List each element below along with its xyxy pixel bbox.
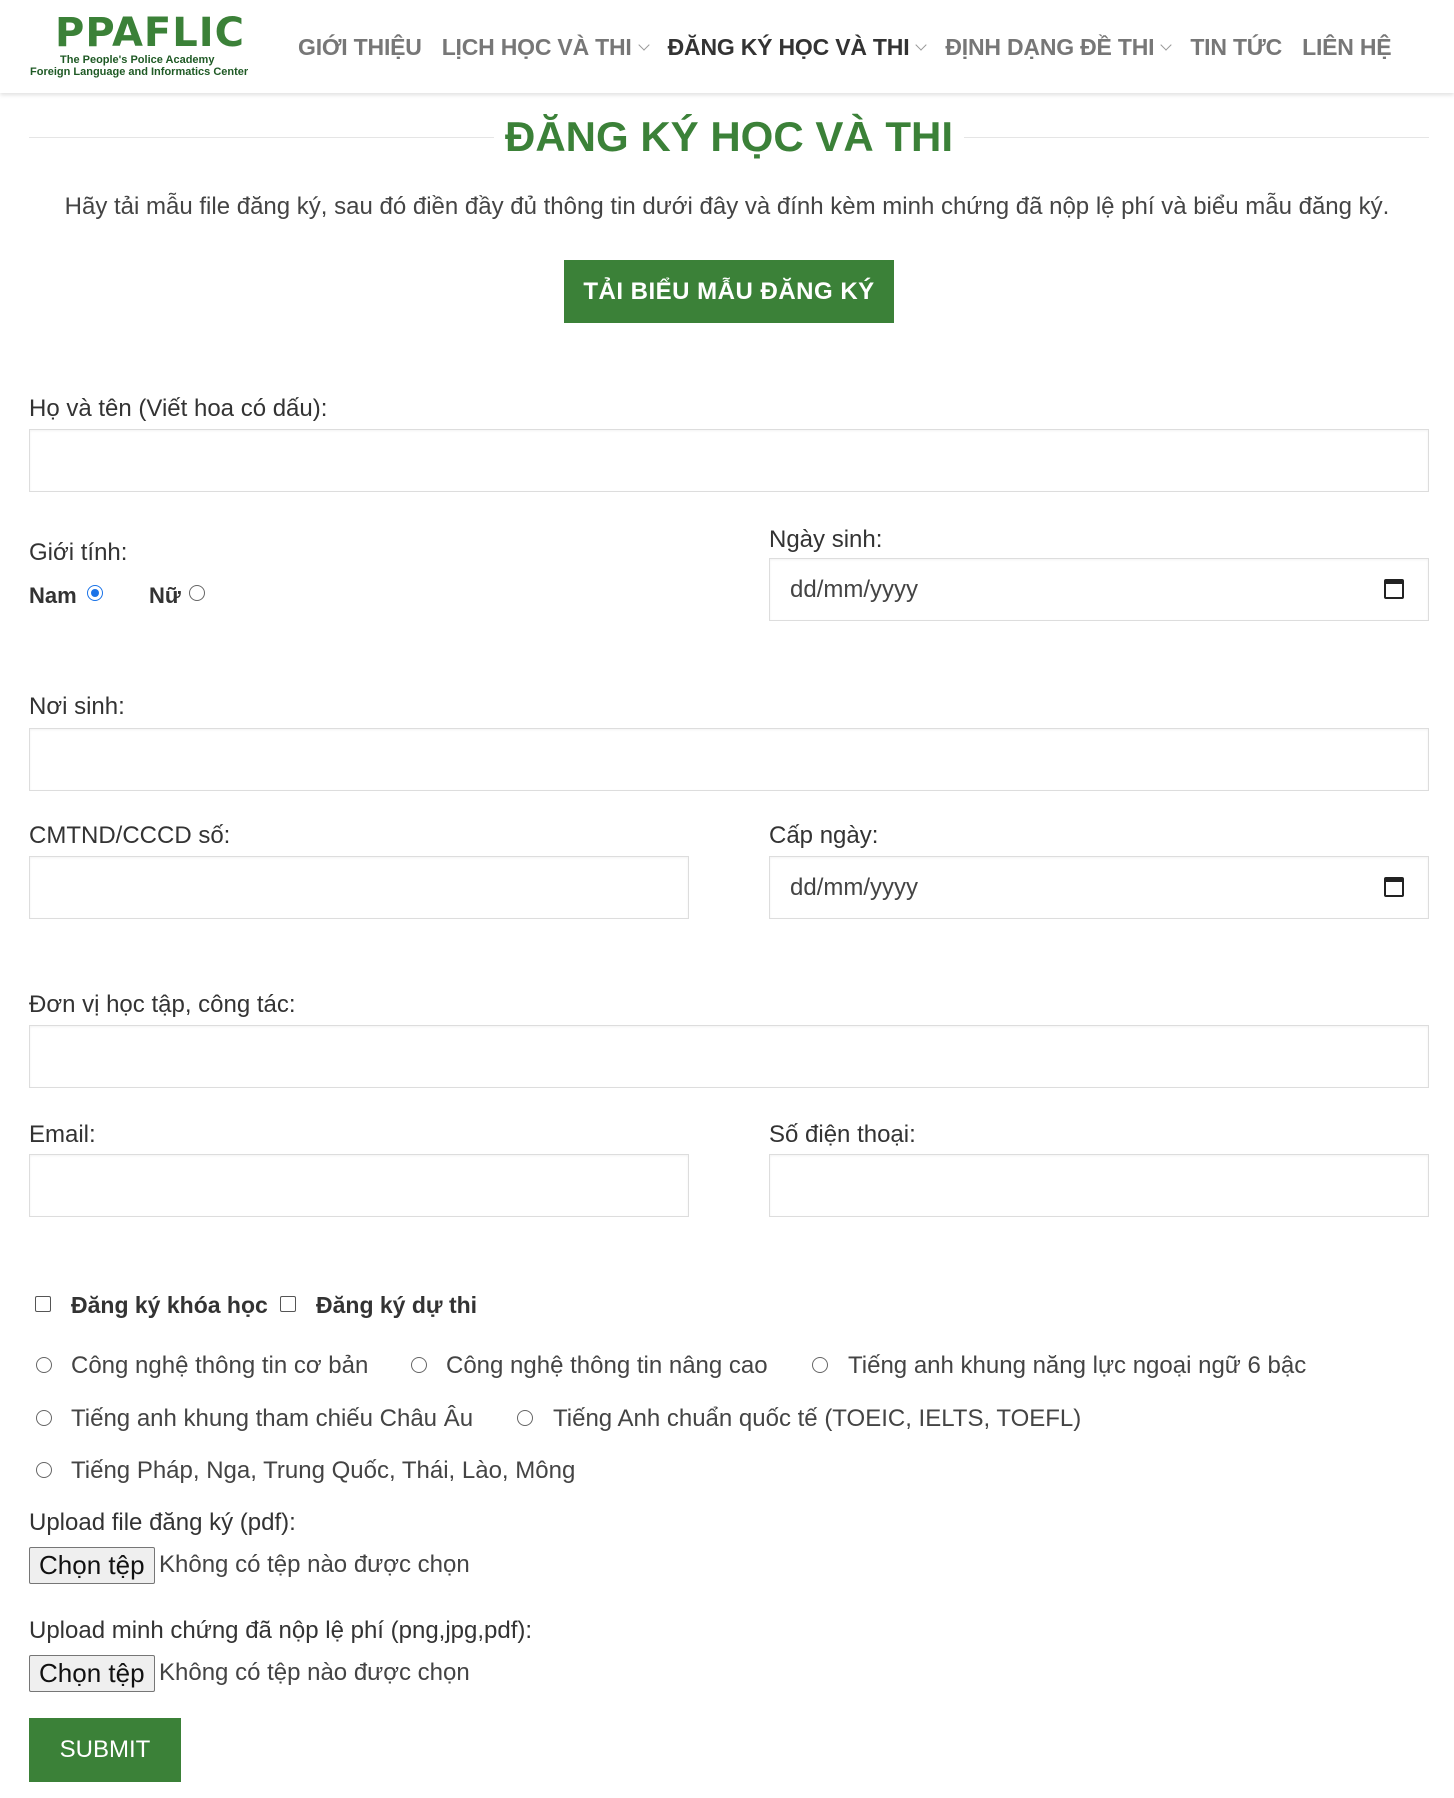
chevron-down-icon [1160,38,1172,51]
chevron-down-icon [915,38,928,51]
fullname-label: Họ và tên (Viết hoa có dấu): [29,395,328,422]
no-file-text: Không có tệp nào được chọn [159,1551,470,1578]
option-label-english-6-level: Tiếng anh khung năng lực ngoại ngữ 6 bậc [848,1352,1307,1379]
issue-date-input[interactable]: dd/mm/yyyy [769,856,1429,919]
chevron-down-icon [637,38,650,51]
phone-label: Số điện thoại: [769,1121,916,1148]
nav-item-lien-he[interactable]: LIÊN HỆ [1302,33,1392,61]
option-label-it-advanced: Công nghệ thông tin nâng cao [446,1352,768,1379]
register-course-label: Đăng ký khóa học [71,1292,268,1318]
nav-label: ĐĂNG KÝ HỌC VÀ THI [667,33,910,60]
workplace-input[interactable] [29,1025,1429,1088]
option-radio-it-advanced[interactable] [411,1357,427,1373]
nav-item-tin-tuc[interactable]: TIN TỨC [1190,34,1282,61]
main-nav: GIỚI THIỆU LỊCH HỌC VÀ THI ĐĂNG KÝ HỌC V… [298,30,1411,64]
option-label-english-cefr: Tiếng anh khung tham chiếu Châu Âu [71,1405,474,1432]
register-exam-label: Đăng ký dự thi [316,1292,478,1318]
issue-date-label: Cấp ngày: [769,822,879,849]
calendar-icon[interactable] [1384,579,1404,599]
nav-item-gioi-thieu[interactable]: GIỚI THIỆU [298,34,422,61]
phone-input[interactable] [769,1154,1429,1217]
title-divider-right [964,137,1429,138]
option-radio-other-languages[interactable] [36,1462,52,1478]
calendar-icon[interactable] [1384,877,1404,897]
logo-main-text: PPAFLIC [55,10,245,56]
no-fee-file-text: Không có tệp nào được chọn [159,1659,470,1686]
dob-label: Ngày sinh: [769,526,883,553]
dob-input[interactable]: dd/mm/yyyy [769,558,1429,621]
intro-text: Hãy tải mẫu file đăng ký, sau đó điền đầ… [64,193,1390,220]
nav-label: LIÊN HỆ [1302,33,1392,60]
birthplace-label: Nơi sinh: [29,693,125,720]
fullname-input[interactable] [29,429,1429,492]
upload-form-label: Upload file đăng ký (pdf): [29,1509,296,1536]
logo-subtitle-2: Foreign Language and Informatics Center [30,66,249,78]
workplace-label: Đơn vị học tập, công tác: [29,991,296,1018]
id-number-input[interactable] [29,856,689,919]
title-row: ĐĂNG KÝ HỌC VÀ THI [29,112,1429,162]
gender-female-label: Nữ [149,583,181,608]
download-form-button[interactable]: TẢI BIỂU MẪU ĐĂNG KÝ [564,260,894,323]
nav-item-lich-hoc-va-thi[interactable]: LỊCH HỌC VÀ THI [441,33,650,61]
option-radio-it-basic[interactable] [36,1357,52,1373]
choose-fee-file-button[interactable]: Chọn tệp [29,1655,155,1692]
option-radio-english-6-level[interactable] [812,1357,828,1373]
nav-label: LỊCH HỌC VÀ THI [441,33,632,60]
option-label-english-international: Tiếng Anh chuẩn quốc tế (TOEIC, IELTS, T… [553,1405,1082,1432]
register-exam-checkbox[interactable] [280,1296,296,1312]
submit-button[interactable]: SUBMIT [29,1718,181,1782]
nav-item-dinh-dang-de-thi[interactable]: ĐỊNH DẠNG ĐỀ THI [945,33,1172,61]
dob-placeholder: dd/mm/yyyy [790,575,919,603]
nav-item-dang-ky-hoc-va-thi[interactable]: ĐĂNG KÝ HỌC VÀ THI [667,33,928,61]
option-radio-english-cefr[interactable] [36,1410,52,1426]
email-label: Email: [29,1121,96,1148]
issue-date-placeholder: dd/mm/yyyy [790,873,919,901]
option-label-other-languages: Tiếng Pháp, Nga, Trung Quốc, Thái, Lào, … [71,1457,576,1484]
gender-female-radio[interactable] [189,585,205,601]
nav-label: ĐỊNH DẠNG ĐỀ THI [945,33,1155,60]
gender-male-label: Nam [29,583,77,608]
email-input[interactable] [29,1154,689,1217]
option-label-it-basic: Công nghệ thông tin cơ bản [71,1352,369,1379]
nav-label: GIỚI THIỆU [298,33,422,60]
register-course-checkbox[interactable] [35,1296,51,1312]
choose-file-button[interactable]: Chọn tệp [29,1547,155,1584]
logo-subtitle-1: The People's Police Academy [60,54,215,66]
gender-male-radio[interactable] [87,585,103,601]
site-logo[interactable]: PPAFLIC The People's Police Academy Fore… [30,12,260,82]
upload-fee-label: Upload minh chứng đã nộp lệ phí (png,jpg… [29,1617,533,1644]
site-header: PPAFLIC The People's Police Academy Fore… [0,0,1454,93]
gender-label: Giới tính: [29,539,128,566]
birthplace-input[interactable] [29,728,1429,791]
id-number-label: CMTND/CCCD số: [29,822,231,849]
nav-label: TIN TỨC [1190,33,1283,60]
option-radio-english-international[interactable] [517,1410,533,1426]
